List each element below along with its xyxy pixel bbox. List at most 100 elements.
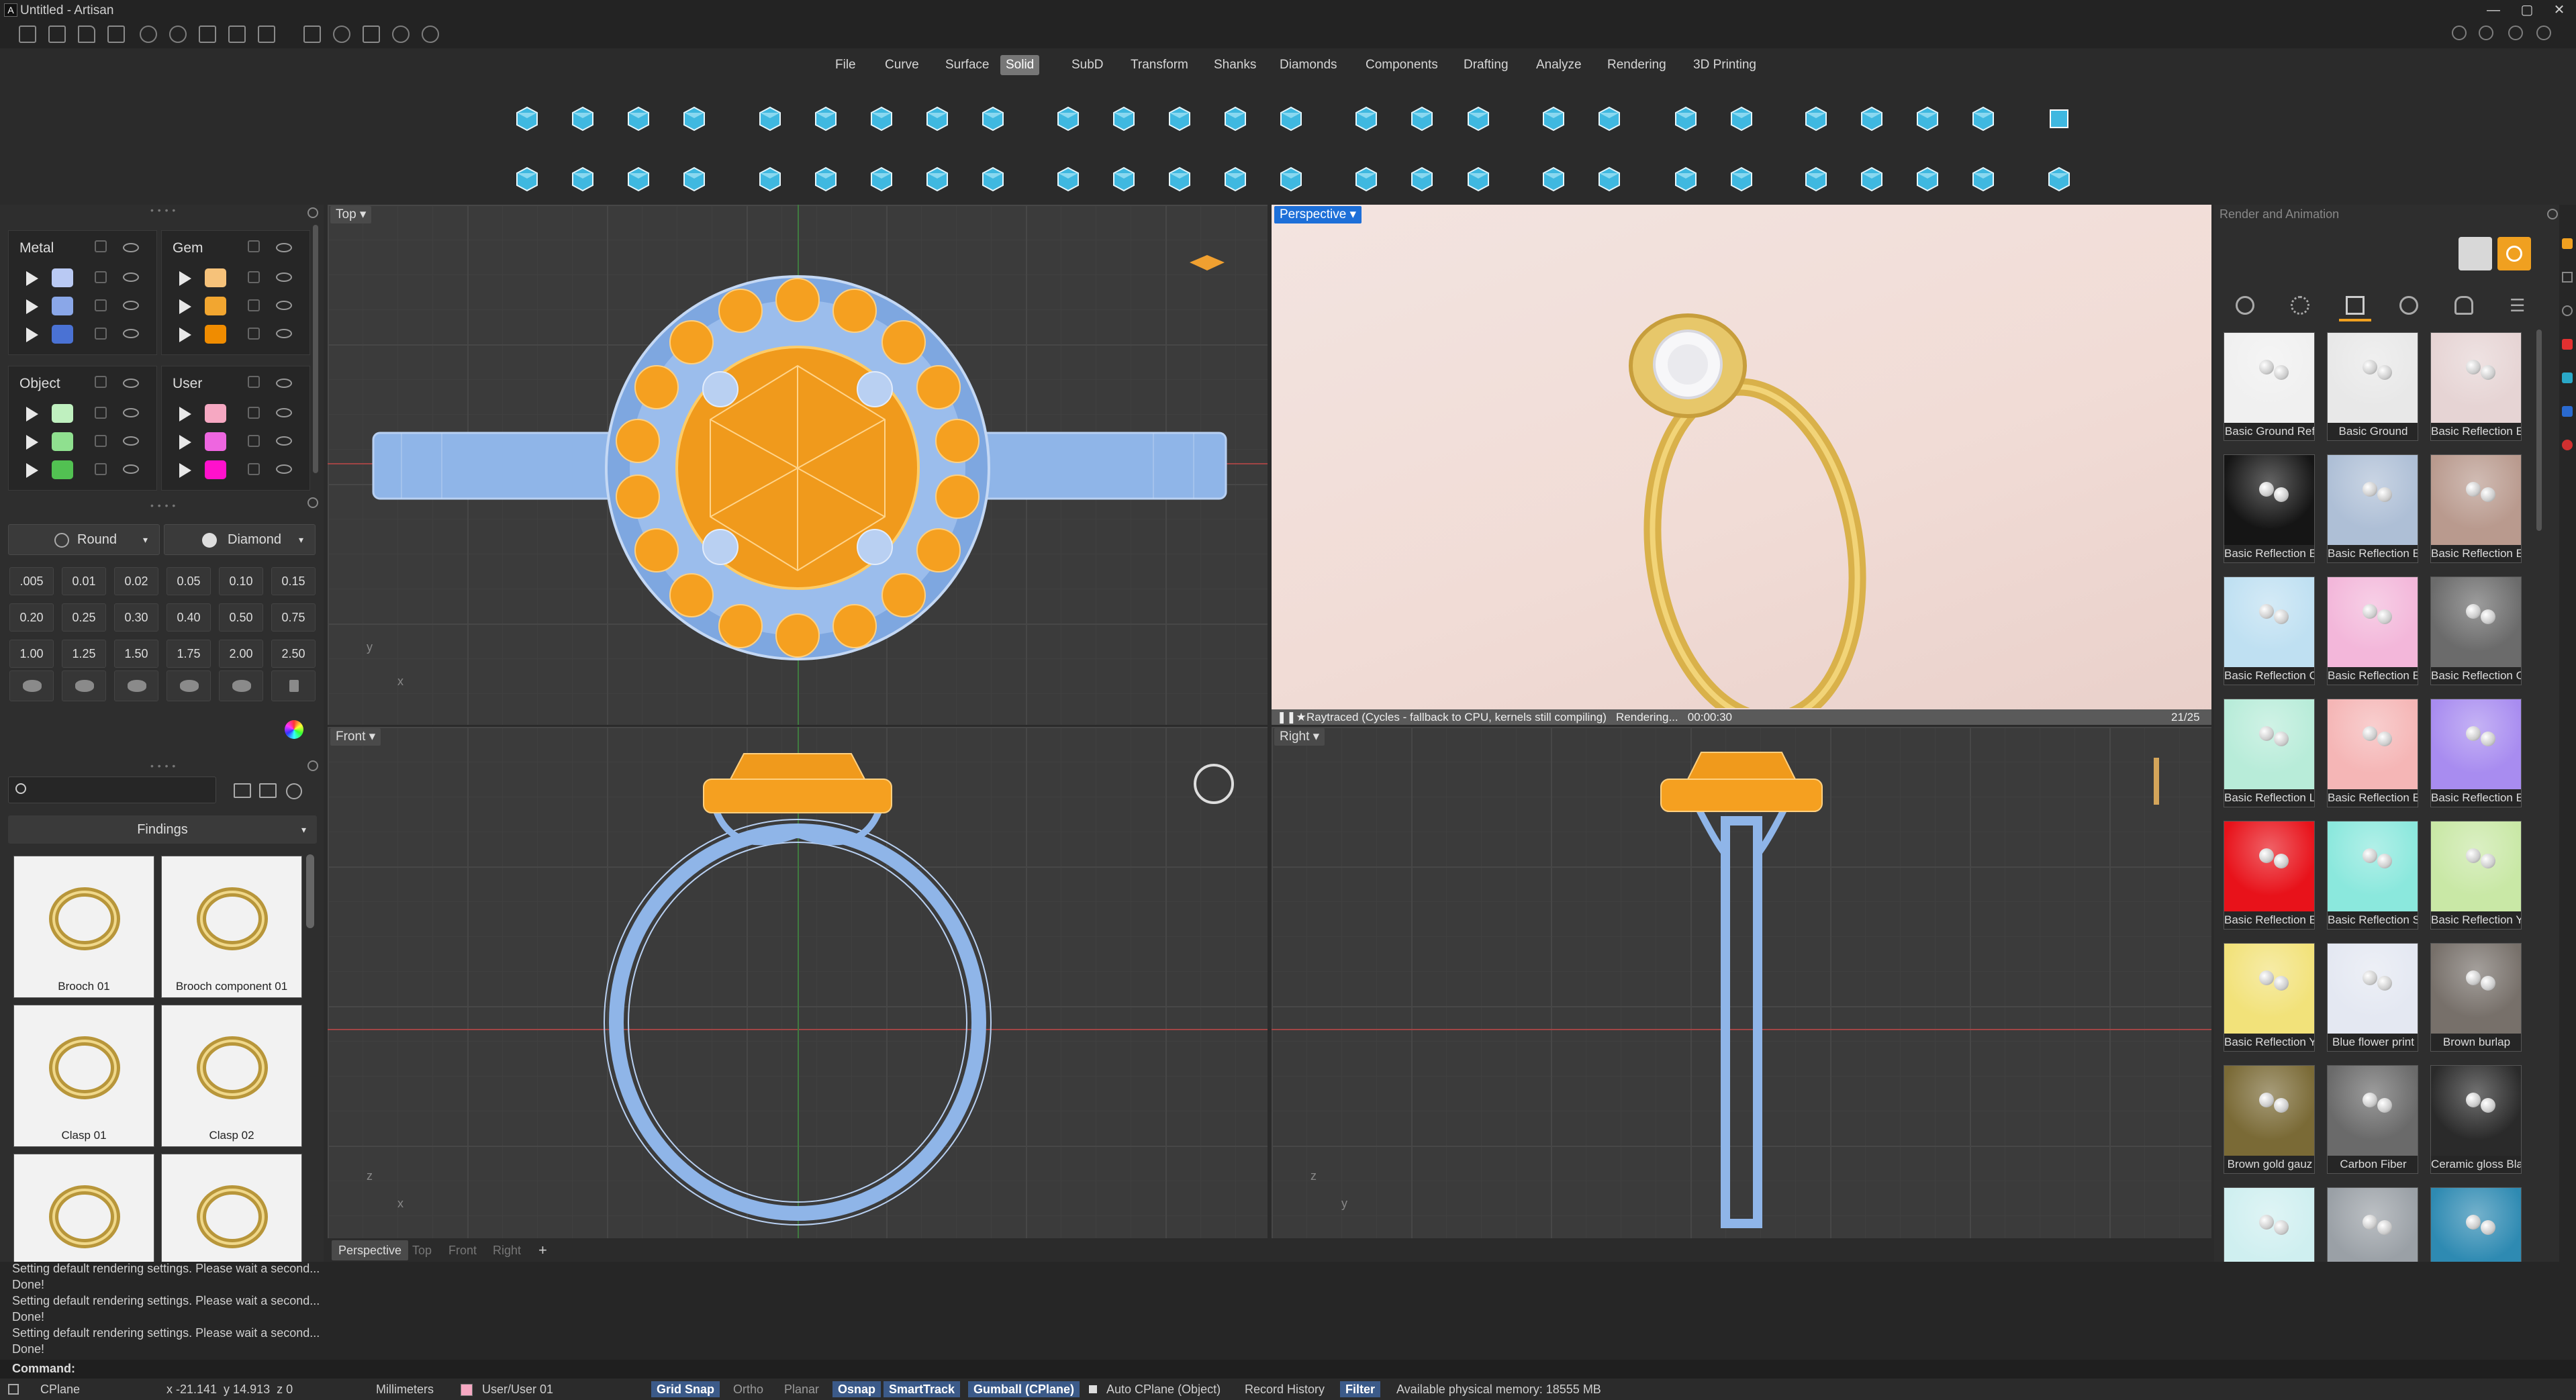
layer-color-swatch[interactable] [52, 460, 73, 479]
fillet-edge-tool-icon[interactable] [1049, 160, 1088, 199]
filter-toggle[interactable]: Filter [1340, 1381, 1381, 1397]
gumball-toggle[interactable]: Gumball (CPlane) [968, 1381, 1080, 1397]
lock-icon[interactable] [248, 271, 260, 283]
redo-icon[interactable] [169, 26, 187, 43]
material-thumbnail[interactable]: Carbon Fiber [2327, 1065, 2418, 1174]
eye-icon[interactable] [123, 408, 139, 417]
gem-size-button[interactable]: 0.30 [114, 603, 158, 632]
menu-components[interactable]: Components [1360, 55, 1443, 75]
library-item[interactable]: Brooch component 01 [161, 856, 302, 998]
layer-row[interactable] [162, 428, 309, 455]
layer-row[interactable] [162, 264, 309, 291]
gem-size-button[interactable]: 0.25 [62, 603, 106, 632]
layer-color-swatch[interactable] [52, 268, 73, 287]
tube-tool-icon[interactable] [675, 99, 714, 138]
extract-face-tool-icon[interactable] [1964, 99, 2003, 138]
layer-row[interactable] [9, 293, 156, 319]
cylinder-tool-icon[interactable] [563, 99, 602, 138]
split-face-tool-icon[interactable] [1908, 160, 1947, 199]
eye-icon[interactable] [123, 436, 139, 446]
checkbox-icon[interactable] [1089, 1385, 1097, 1393]
record-history-toggle[interactable]: Record History [1239, 1381, 1330, 1397]
eye-icon[interactable] [123, 464, 139, 474]
gem-size-button[interactable]: 0.15 [271, 567, 316, 595]
eye-icon[interactable] [276, 272, 292, 282]
eye-icon[interactable] [123, 329, 139, 338]
cap-tool-icon[interactable] [1216, 160, 1255, 199]
layer-color-swatch[interactable] [205, 404, 226, 423]
box-tool-icon[interactable] [508, 99, 546, 138]
panel-grip[interactable]: • • • • [150, 205, 176, 215]
material-thumbnail[interactable]: Basic Reflection C [2430, 577, 2522, 685]
layer-row[interactable] [162, 456, 309, 483]
open-folder-icon[interactable] [78, 26, 95, 43]
material-thumbnail[interactable]: Blue flower print [2327, 943, 2418, 1052]
tube-tool-icon[interactable] [675, 160, 714, 199]
save-icon[interactable] [199, 26, 216, 43]
settings-sliders-icon[interactable]: ☰ [2510, 296, 2528, 315]
play-icon[interactable] [26, 435, 38, 450]
layer-row[interactable] [162, 321, 309, 348]
lock-icon[interactable] [248, 463, 260, 475]
eye-icon[interactable] [123, 243, 139, 252]
layer-row[interactable] [162, 400, 309, 427]
offset-tool-icon[interactable] [1722, 160, 1761, 199]
gem-size-button[interactable]: 0.10 [219, 567, 263, 595]
material-thumbnail[interactable]: Basic Reflection E [2327, 454, 2418, 563]
shell-tool-icon[interactable] [1272, 99, 1310, 138]
panel-grip[interactable]: • • • • [150, 760, 176, 771]
gem-size-button[interactable]: 2.50 [271, 640, 316, 668]
close-button[interactable]: ✕ [2546, 1, 2573, 19]
play-icon[interactable] [26, 271, 38, 286]
osnap-toggle[interactable]: Osnap [832, 1381, 881, 1397]
edit-solid-tool-icon[interactable] [1797, 99, 1835, 138]
wire-cut-tool-icon[interactable] [1534, 160, 1573, 199]
viewport-top[interactable]: y x Top ▾ [328, 205, 1268, 725]
rotate-icon[interactable] [392, 26, 410, 43]
material-thumbnail[interactable]: Basic Reflection Y [2430, 821, 2522, 930]
eye-icon[interactable] [276, 464, 292, 474]
layers-scrollbar[interactable] [313, 205, 318, 493]
library-scrollbar[interactable] [306, 854, 314, 928]
camera-tab-icon[interactable] [2454, 296, 2473, 315]
viewport-front[interactable]: z x Front ▾ [328, 727, 1268, 1238]
lock-icon[interactable] [248, 328, 260, 340]
cube-icon[interactable] [2479, 26, 2493, 40]
move-face-tool-icon[interactable] [1852, 99, 1891, 138]
layer-color-swatch[interactable] [52, 297, 73, 315]
boolean-split-tool-icon[interactable] [1459, 160, 1498, 199]
cplane-label[interactable]: CPlane [35, 1381, 85, 1397]
library-category-dropdown[interactable]: Findings ▾ [8, 815, 317, 844]
lock-icon[interactable] [248, 299, 260, 311]
material-thumbnail[interactable]: Basic Reflection E [2224, 454, 2315, 563]
material-thumbnail[interactable]: Basic Ground Ref [2224, 332, 2315, 441]
layer-color-swatch[interactable] [52, 325, 73, 344]
eye-icon[interactable] [276, 243, 292, 252]
layer-color-swatch[interactable] [205, 297, 226, 315]
add-folder-icon[interactable] [234, 783, 251, 798]
gem-size-button[interactable]: 0.02 [114, 567, 158, 595]
menu-solid[interactable]: Solid [1000, 55, 1040, 75]
edit-solid-tool-icon[interactable] [1797, 160, 1835, 199]
tab-top[interactable]: Top [406, 1240, 438, 1260]
materials-tab-icon[interactable] [2346, 296, 2365, 315]
lock-icon[interactable] [95, 376, 107, 388]
auto-cplane-toggle[interactable]: Auto CPlane (Object) [1101, 1381, 1226, 1397]
intersect-tool-icon[interactable] [1590, 99, 1629, 138]
display-icon[interactable] [2562, 305, 2573, 316]
material-thumbnail[interactable]: Basic Reflection E [2327, 577, 2418, 685]
material-thumbnail[interactable]: Brown gold gauz [2224, 1065, 2315, 1174]
blend-tool-icon[interactable] [1160, 99, 1199, 138]
lock-icon[interactable] [248, 376, 260, 388]
ellipsoid-tool-icon[interactable] [619, 99, 658, 138]
viewport-right[interactable]: z y Right ▾ [1272, 727, 2211, 1238]
extrude-tool-icon[interactable] [751, 99, 790, 138]
viewport-right-label[interactable]: Right ▾ [1274, 728, 1325, 746]
gem-shape-cushion-icon[interactable] [62, 670, 106, 701]
boolean-split-tool-icon[interactable] [1459, 99, 1498, 138]
solid-tools-tool-icon[interactable] [2040, 160, 2079, 199]
play-icon[interactable] [179, 463, 191, 478]
current-layer[interactable]: User/User 01 [477, 1381, 559, 1397]
select-icon[interactable] [333, 26, 350, 43]
render-icon[interactable] [2497, 237, 2531, 270]
